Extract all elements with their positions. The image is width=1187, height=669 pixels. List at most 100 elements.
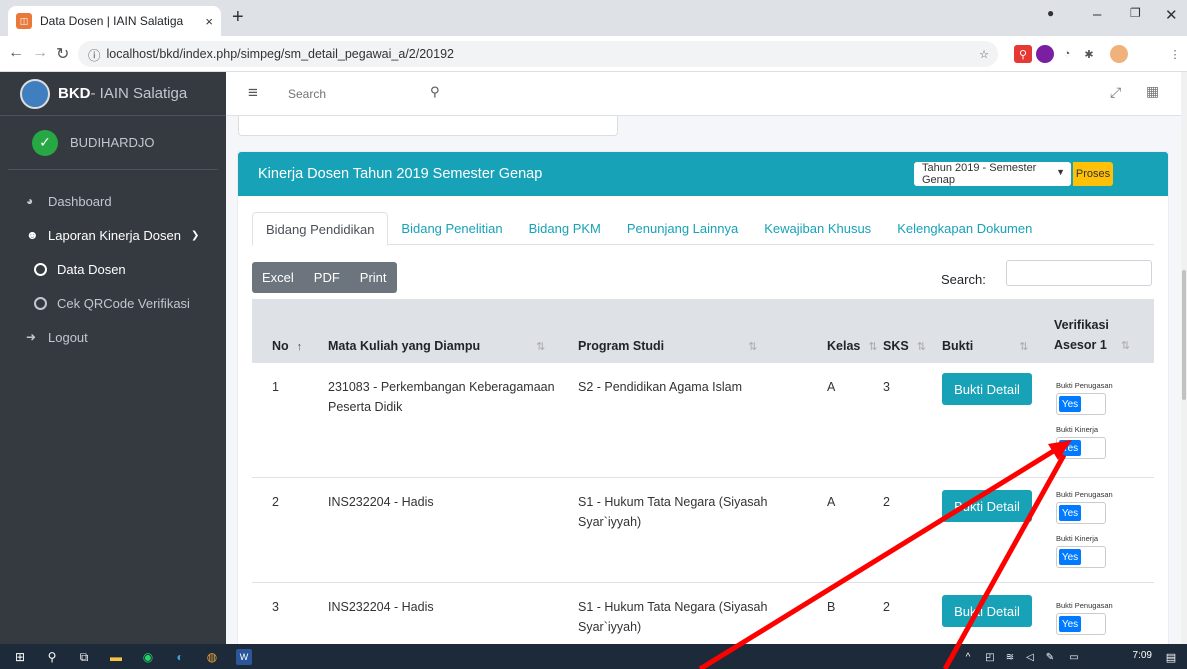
tab-close-icon[interactable]: × (205, 14, 213, 29)
taskbar-search-icon[interactable]: ⚲ (44, 649, 60, 665)
bukti-penugasan-toggle[interactable]: Yes (1056, 502, 1106, 524)
sort-icon: ⇅ (868, 341, 878, 353)
bukti-detail-button[interactable]: Bukti Detail (942, 490, 1032, 522)
page-scrollbar-thumb[interactable] (1182, 270, 1186, 400)
tab-kewajiban-khusus[interactable]: Kewajiban Khusus (751, 212, 884, 244)
export-button-group: Excel PDF Print (252, 262, 397, 293)
sidebar-item-data-dosen[interactable]: Data Dosen (0, 252, 226, 286)
tray-volume-icon[interactable]: ◁ (1022, 649, 1038, 665)
brand-link[interactable]: BKD - IAIN Salatiga (0, 72, 226, 116)
hamburger-menu-icon[interactable]: ≡ (248, 83, 258, 103)
excel-button[interactable]: Excel (252, 262, 304, 293)
menu-dots-icon[interactable]: ⋮ (1166, 45, 1184, 63)
back-icon[interactable]: ← (8, 44, 24, 62)
bukti-detail-button[interactable]: Bukti Detail (942, 373, 1032, 405)
file-explorer-icon[interactable]: ▬ (108, 649, 124, 665)
word-icon[interactable]: W (236, 649, 252, 665)
cell-sks: 2 (883, 600, 890, 614)
tab-strip: Bidang Pendidikan Bidang Penelitian Bida… (252, 212, 1154, 246)
th-kelas[interactable]: Kelas ⇅ (827, 339, 878, 353)
th-bukti[interactable]: Bukti ⇅ (942, 339, 1028, 353)
previous-card (238, 116, 618, 136)
tray-up-icon[interactable]: ^ (960, 649, 976, 665)
tab-kelengkapan-dokumen[interactable]: Kelengkapan Dokumen (884, 212, 1045, 244)
print-button[interactable]: Print (350, 262, 397, 293)
close-window-icon[interactable]: ✕ (1165, 6, 1178, 24)
sort-asc-icon: ↑ (296, 341, 303, 353)
grid-icon[interactable]: ▦ (1146, 83, 1159, 100)
sort-icon: ⇅ (1019, 341, 1029, 353)
sidebar-item-label: Logout (48, 329, 88, 345)
bukti-kinerja-toggle[interactable]: Yes (1056, 546, 1106, 568)
pdf-button[interactable]: PDF (304, 262, 350, 293)
th-program-studi[interactable]: Program Studi ⇅ (578, 339, 757, 353)
brand-logo-icon (20, 78, 50, 109)
edge-icon[interactable]: ◐ (172, 649, 188, 665)
proses-button[interactable]: Proses (1073, 162, 1113, 186)
tray-keyboard-icon[interactable]: ▭ (1066, 649, 1082, 665)
tray-wifi-icon[interactable]: ≋ (1002, 649, 1018, 665)
cell-no: 1 (272, 380, 279, 394)
fullscreen-icon[interactable]: ⤢ (1110, 84, 1121, 101)
minimize-icon[interactable]: – (1093, 6, 1101, 23)
user-panel[interactable]: ✓ BUDIHARDJO (8, 116, 218, 170)
bukti-kinerja-toggle[interactable]: Yes (1056, 437, 1106, 459)
search-input[interactable] (280, 82, 400, 106)
bookmark-star-icon[interactable]: ☆ (975, 45, 993, 63)
browser-tab[interactable]: ◫ Data Dosen | IAIN Salatiga × (8, 6, 221, 36)
taskbar-clock[interactable]: 7:09 (1133, 650, 1152, 661)
profile-icon[interactable]: ● (1047, 6, 1054, 20)
sidebar-item-dashboard[interactable]: ◕ Dashboard (0, 184, 226, 218)
table-row: 1 231083 - Perkembangan Keberagamaan Pes… (252, 363, 1154, 478)
notification-icon[interactable]: ▤ (1163, 649, 1179, 665)
cell-kelas: A (827, 380, 836, 394)
cell-program-studi: S1 - Hukum Tata Negara (Siyasah Syar`iyy… (578, 495, 768, 529)
tab-bidang-pkm[interactable]: Bidang PKM (516, 212, 614, 244)
extensions-puzzle-icon[interactable]: ✱ (1080, 45, 1098, 63)
new-tab-button[interactable]: + (232, 6, 244, 29)
tray-pen-icon[interactable]: ✎ (1042, 649, 1058, 665)
th-no[interactable]: No ↑ (272, 339, 302, 353)
bukti-detail-button[interactable]: Bukti Detail (942, 595, 1032, 627)
chevron-down-icon: ▼ (1056, 167, 1065, 177)
windows-start-icon[interactable]: ⊞ (12, 649, 28, 665)
sidebar-item-cek-qrcode[interactable]: Cek QRCode Verifikasi (0, 286, 226, 320)
toggle-yes: Yes (1059, 505, 1081, 521)
brand-bold: BKD (58, 85, 91, 102)
cell-program-studi: S2 - Pendidikan Agama Islam (578, 380, 742, 394)
sidebar-item-logout[interactable]: ➜ Logout (0, 320, 226, 354)
period-select[interactable]: Tahun 2019 - Semester Genap ▼ (914, 162, 1071, 186)
tab-bidang-penelitian[interactable]: Bidang Penelitian (388, 212, 515, 244)
chrome-icon[interactable]: ◍ (204, 649, 220, 665)
toggle-yes: Yes (1059, 549, 1081, 565)
bukti-penugasan-toggle[interactable]: Yes (1056, 613, 1106, 635)
task-view-icon[interactable]: ⧉ (76, 649, 92, 665)
table-search-input[interactable] (1006, 260, 1152, 286)
bukti-penugasan-label: Bukti Penugasan (1056, 490, 1113, 499)
tab-penunjang-lainnya[interactable]: Penunjang Lainnya (614, 212, 751, 244)
bukti-kinerja-label: Bukti Kinerja (1056, 425, 1099, 434)
cell-kelas: B (827, 600, 836, 614)
bukti-penugasan-toggle[interactable]: Yes (1056, 393, 1106, 415)
forward-icon[interactable]: → (32, 44, 48, 62)
sidebar-item-laporan[interactable]: ☻ Laporan Kinerja Dosen ❯ (0, 218, 226, 252)
restore-icon[interactable]: ❐ (1130, 6, 1141, 20)
url-field[interactable]: ⓘ localhost/bkd/index.php/simpeg/sm_deta… (78, 41, 998, 67)
search-icon[interactable]: ⚲ (430, 84, 440, 100)
extension-1-icon[interactable]: ⚲ (1014, 45, 1032, 63)
tray-network-icon[interactable]: ◰ (982, 649, 998, 665)
whatsapp-icon[interactable]: ◉ (140, 649, 156, 665)
info-icon: ⓘ (88, 48, 101, 63)
reload-icon[interactable]: ↻ (56, 44, 69, 64)
th-verifikasi[interactable]: Verifikasi Asesor 1 ⇅ (1054, 315, 1130, 356)
user-name: BUDIHARDJO (70, 135, 155, 150)
profile-avatar[interactable] (1110, 45, 1128, 63)
tab-bidang-pendidikan[interactable]: Bidang Pendidikan (252, 212, 389, 246)
th-sks[interactable]: SKS ⇅ (883, 339, 926, 353)
th-mata-kuliah[interactable]: Mata Kuliah yang Diampu ⇅ (328, 339, 545, 353)
tab-title: Data Dosen | IAIN Salatiga (40, 14, 184, 28)
extension-2-icon[interactable] (1036, 45, 1054, 63)
sidebar-item-label: Cek QRCode Verifikasi (57, 295, 190, 311)
sort-icon: ⇅ (1120, 340, 1131, 352)
extension-3-icon[interactable]: ◔ (1058, 45, 1076, 63)
